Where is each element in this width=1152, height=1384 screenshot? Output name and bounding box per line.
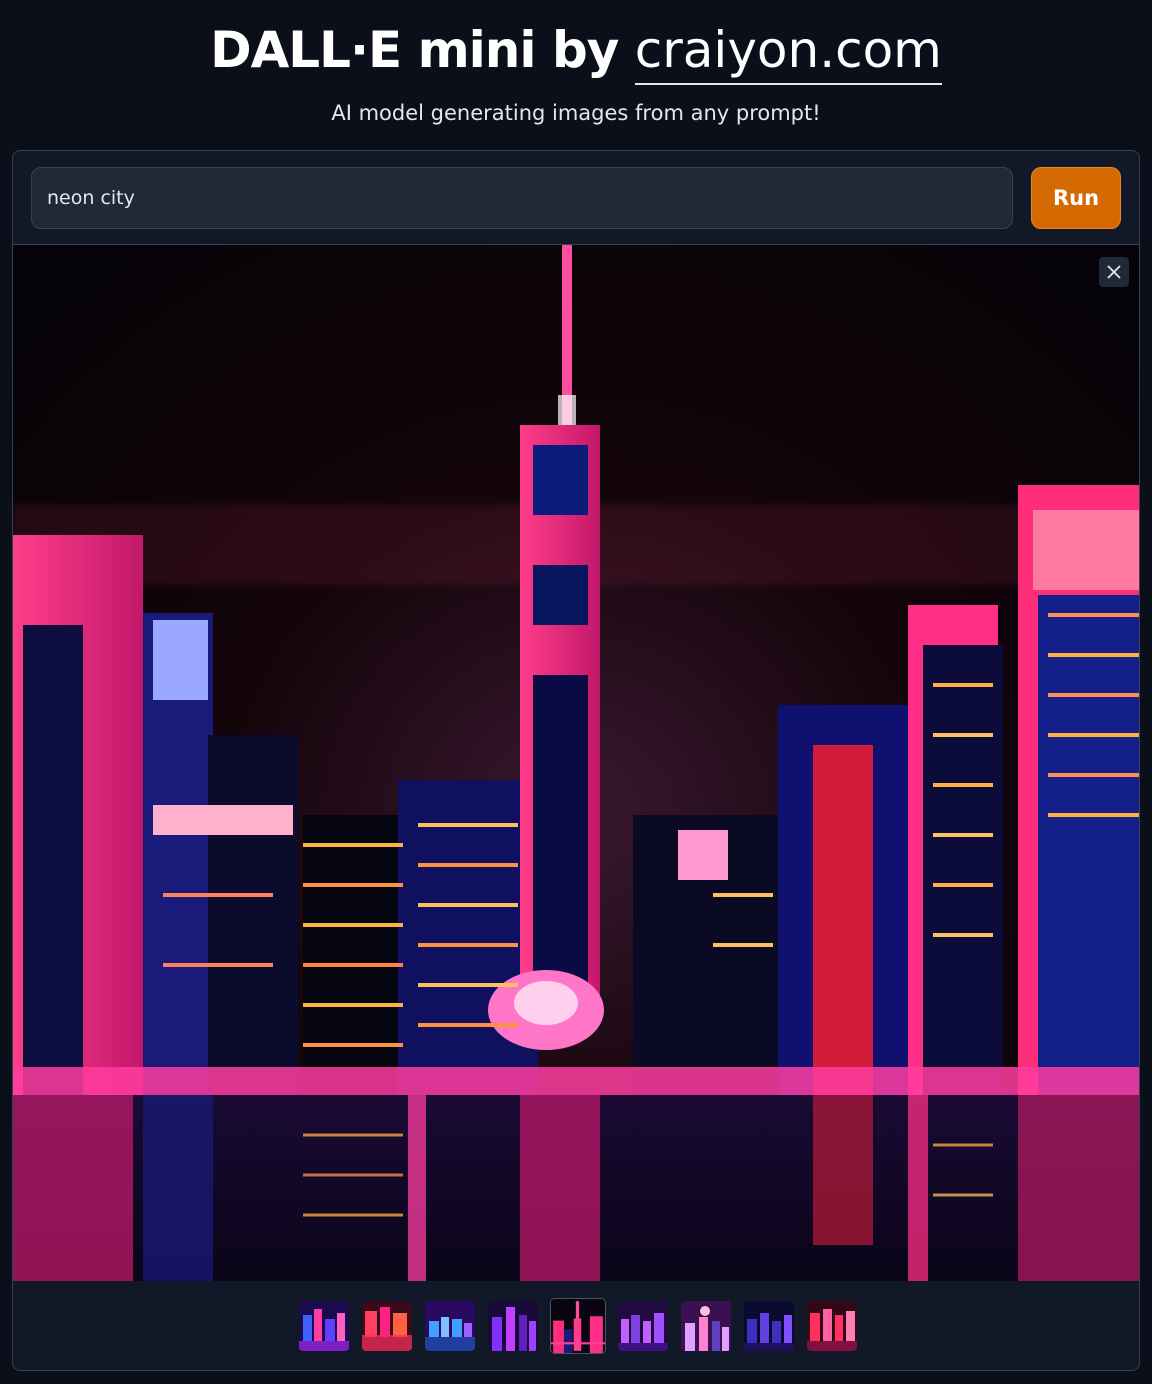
thumbnail-3[interactable] [425, 1301, 475, 1351]
thumbnail-list [299, 1299, 857, 1353]
page-header: DALL·E mini by craiyon.com AI model gene… [0, 0, 1152, 150]
close-icon [1107, 265, 1121, 279]
generated-image [13, 245, 1139, 1281]
prompt-input[interactable] [31, 167, 1013, 229]
craiyon-link[interactable]: craiyon.com [634, 21, 942, 85]
close-button[interactable] [1099, 257, 1129, 287]
thumbnail-7[interactable] [681, 1301, 731, 1351]
run-button[interactable]: Run [1031, 167, 1121, 229]
page-subtitle: AI model generating images from any prom… [331, 101, 821, 125]
prompt-row: Run [13, 151, 1139, 245]
generator-panel: Run [12, 150, 1140, 1371]
image-viewer [13, 245, 1139, 1281]
thumbnail-9[interactable] [807, 1301, 857, 1351]
thumbnail-1[interactable] [299, 1301, 349, 1351]
thumbnail-8[interactable] [744, 1301, 794, 1351]
thumbnail-6[interactable] [618, 1301, 668, 1351]
thumbnail-5-selected[interactable] [551, 1299, 605, 1353]
page-title: DALL·E mini by craiyon.com [0, 18, 1152, 85]
thumbnail-4[interactable] [488, 1301, 538, 1351]
title-prefix: DALL·E mini by [210, 21, 635, 79]
thumbnail-2[interactable] [362, 1301, 412, 1351]
thumbnail-bar [13, 1281, 1139, 1370]
